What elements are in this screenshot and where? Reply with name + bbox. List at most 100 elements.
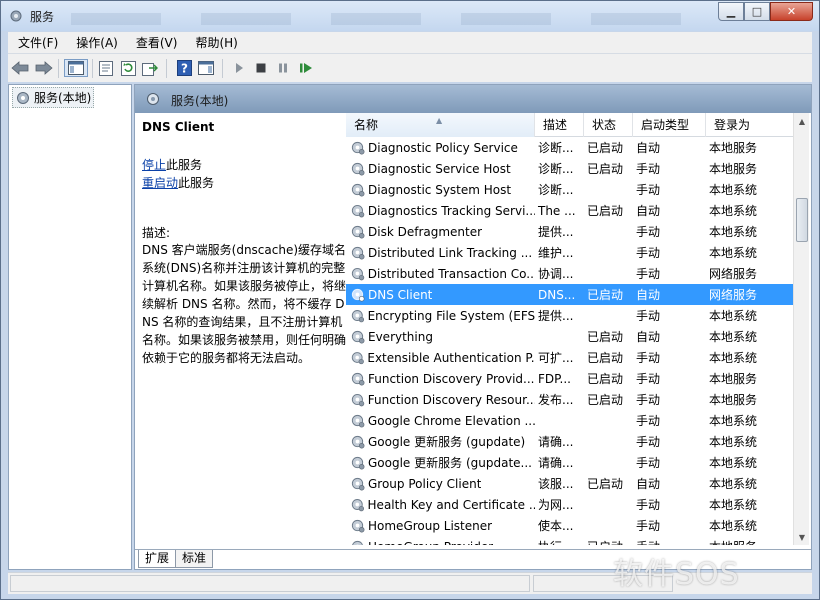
stop-service-button[interactable] bbox=[251, 59, 271, 77]
service-description-cell: 该服... bbox=[538, 477, 574, 491]
forward-button[interactable] bbox=[34, 59, 54, 77]
tab-standard[interactable]: 标准 bbox=[175, 550, 214, 568]
scrollbar-thumb[interactable] bbox=[796, 198, 808, 242]
service-startup-cell: 手动 bbox=[636, 225, 661, 239]
description-label: 描述: bbox=[142, 226, 171, 240]
pane-header: 服务(本地) bbox=[135, 85, 811, 113]
properties-icon bbox=[99, 60, 113, 76]
stop-service-suffix: 此服务 bbox=[166, 158, 203, 172]
column-header-startup-type[interactable]: 启动类型 bbox=[633, 113, 706, 137]
restart-service-link[interactable]: 重启动 bbox=[142, 176, 178, 190]
service-logon-cell: 本地服务 bbox=[706, 538, 796, 545]
service-startup-cell: 手动 bbox=[636, 393, 661, 407]
properties-button[interactable] bbox=[96, 59, 116, 77]
service-row[interactable]: HomeGroup Listener 使本... 手动 本地系统 bbox=[346, 515, 796, 536]
refresh-button[interactable] bbox=[118, 59, 138, 77]
service-name: Encrypting File System (EFS) bbox=[367, 308, 535, 323]
service-description-cell: 发布... bbox=[538, 393, 574, 407]
service-logon-cell: 本地系统 bbox=[709, 414, 758, 428]
service-row[interactable]: Group Policy Client 该服... 已启动 自动 本地系统 bbox=[346, 473, 796, 494]
menu-view[interactable]: 查看(V) bbox=[126, 34, 186, 51]
back-button[interactable] bbox=[10, 59, 30, 77]
service-row[interactable]: DNS Client DNS... 已启动 自动 网络服务 bbox=[346, 284, 796, 305]
help-button[interactable]: ? bbox=[174, 59, 194, 77]
toolbar-separator bbox=[222, 59, 223, 78]
tree-item-services-local[interactable]: 服务(本地) bbox=[12, 87, 95, 108]
service-startup-cell: 自动 bbox=[636, 330, 661, 344]
service-row[interactable]: Distributed Link Tracking ... 维护... 手动 本地系统 bbox=[346, 242, 796, 263]
service-gear-icon bbox=[351, 456, 365, 470]
service-row[interactable]: Encrypting File System (EFS) 提供... 手动 本地系统 bbox=[346, 305, 796, 326]
stop-icon bbox=[256, 63, 266, 73]
service-row[interactable]: Diagnostic System Host 诊断... 手动 本地系统 bbox=[346, 179, 796, 200]
service-description-cell: DNS... bbox=[538, 287, 576, 302]
stop-service-link[interactable]: 停止 bbox=[142, 158, 166, 172]
services-pane: 服务(本地) DNS Client 停止此服务 重启动此服务 描述: DNS 客… bbox=[134, 84, 812, 570]
service-row[interactable]: Google 更新服务 (gupdate... 请确... 手动 本地系统 bbox=[346, 452, 796, 473]
service-row[interactable]: Health Key and Certificate ... 为网... 手动 本地系… bbox=[346, 494, 796, 515]
service-row[interactable]: Diagnostic Service Host 诊断... 已启动 手动 本地服务 bbox=[346, 158, 796, 179]
service-row[interactable]: HomeGroup Provider 执行...已启动手动本地服务 bbox=[346, 536, 796, 545]
service-row[interactable]: Extensible Authentication P... 可扩... 已启动 手动… bbox=[346, 347, 796, 368]
service-row[interactable]: Function Discovery Resour... 发布... 已启动 手动 本地… bbox=[346, 389, 796, 410]
back-arrow-icon bbox=[11, 61, 29, 75]
service-logon-cell: 本地服务 bbox=[709, 372, 758, 386]
service-name-cell: HomeGroup Provider bbox=[346, 539, 535, 545]
service-status-cell: 已启动 bbox=[587, 477, 624, 491]
service-row[interactable]: Distributed Transaction Co... 协调... 手动 网络服务 bbox=[346, 263, 796, 284]
close-button[interactable]: ✕ bbox=[770, 2, 813, 21]
export-list-button[interactable] bbox=[140, 59, 160, 77]
tab-extended[interactable]: 扩展 bbox=[138, 550, 177, 568]
menu-action[interactable]: 操作(A) bbox=[66, 34, 126, 51]
menu-file[interactable]: 文件(F) bbox=[8, 34, 66, 51]
service-name: Extensible Authentication P... bbox=[367, 350, 535, 365]
service-detail-panel: DNS Client 停止此服务 重启动此服务 描述: DNS 客户端服务(dn… bbox=[141, 119, 346, 549]
toolbar-separator bbox=[92, 59, 93, 78]
service-status-cell: 已启动 bbox=[587, 288, 624, 302]
service-gear-icon bbox=[351, 225, 365, 239]
service-row[interactable]: Diagnostics Tracking Servi... The ... 已启动自… bbox=[346, 200, 796, 221]
show-action-pane-button[interactable] bbox=[196, 59, 216, 77]
column-header-logon-as[interactable]: 登录为 bbox=[706, 113, 796, 137]
service-row[interactable]: Function Discovery Provid... FDP... 已启动 手动 本… bbox=[346, 368, 796, 389]
scroll-up-arrow-icon[interactable]: ▲ bbox=[794, 113, 809, 129]
service-name-cell: Diagnostic Policy Service bbox=[346, 140, 535, 155]
restart-service-button[interactable] bbox=[296, 59, 316, 77]
toolbar: ? bbox=[8, 53, 812, 82]
column-header-description[interactable]: 描述 bbox=[535, 113, 584, 137]
service-description: DNS 客户端服务(dnscache)缓存域名系统(DNS)名称并注册该计算机的… bbox=[142, 243, 347, 365]
help-icon: ? bbox=[176, 60, 192, 76]
services-list: ▲ 名称 描述 状态 启动类型 登录为 Diagnostic Policy Se… bbox=[346, 113, 809, 545]
service-logon-cell: 本地系统 bbox=[709, 519, 758, 533]
title-bar[interactable]: 服务 ▁ □ ✕ bbox=[1, 1, 819, 31]
pause-icon bbox=[279, 63, 287, 73]
console-tree-icon bbox=[68, 61, 84, 75]
service-row[interactable]: Google 更新服务 (gupdate) 请确... 手动 本地系统 bbox=[346, 431, 796, 452]
refresh-icon bbox=[120, 60, 136, 76]
service-status-cell: 已启动 bbox=[587, 204, 624, 218]
show-console-tree-button[interactable] bbox=[64, 59, 88, 77]
service-gear-icon bbox=[351, 477, 365, 491]
service-logon-cell: 本地系统 bbox=[709, 183, 758, 197]
tree-item-label: 服务(本地) bbox=[34, 91, 92, 105]
vertical-scrollbar[interactable]: ▲ ▼ bbox=[793, 113, 809, 545]
svg-text:?: ? bbox=[181, 62, 188, 76]
service-name-cell: Disk Defragmenter bbox=[346, 224, 535, 239]
service-startup-cell: 手动 bbox=[636, 435, 661, 449]
column-header-name[interactable]: ▲ 名称 bbox=[346, 113, 535, 137]
service-startup-cell: 手动 bbox=[636, 372, 661, 386]
pause-service-button[interactable] bbox=[273, 59, 293, 77]
service-status-cell: 已启动 bbox=[587, 351, 624, 365]
column-header-status[interactable]: 状态 bbox=[584, 113, 633, 137]
service-gear-icon bbox=[351, 267, 365, 281]
service-name: Distributed Transaction Co... bbox=[367, 266, 535, 281]
service-row[interactable]: Google Chrome Elevation ... 手动 本地系统 bbox=[346, 410, 796, 431]
service-row[interactable]: Disk Defragmenter 提供... 手动 本地系统 bbox=[346, 221, 796, 242]
maximize-button[interactable]: □ bbox=[744, 2, 770, 21]
minimize-button[interactable]: ▁ bbox=[718, 2, 744, 21]
service-row[interactable]: Everything 已启动 自动 本地系统 bbox=[346, 326, 796, 347]
menu-help[interactable]: 帮助(H) bbox=[185, 34, 245, 51]
service-row[interactable]: Diagnostic Policy Service 诊断... 已启动 自动 本地服务 bbox=[346, 137, 796, 158]
start-service-button[interactable] bbox=[229, 59, 249, 77]
scroll-down-arrow-icon[interactable]: ▼ bbox=[794, 529, 809, 545]
